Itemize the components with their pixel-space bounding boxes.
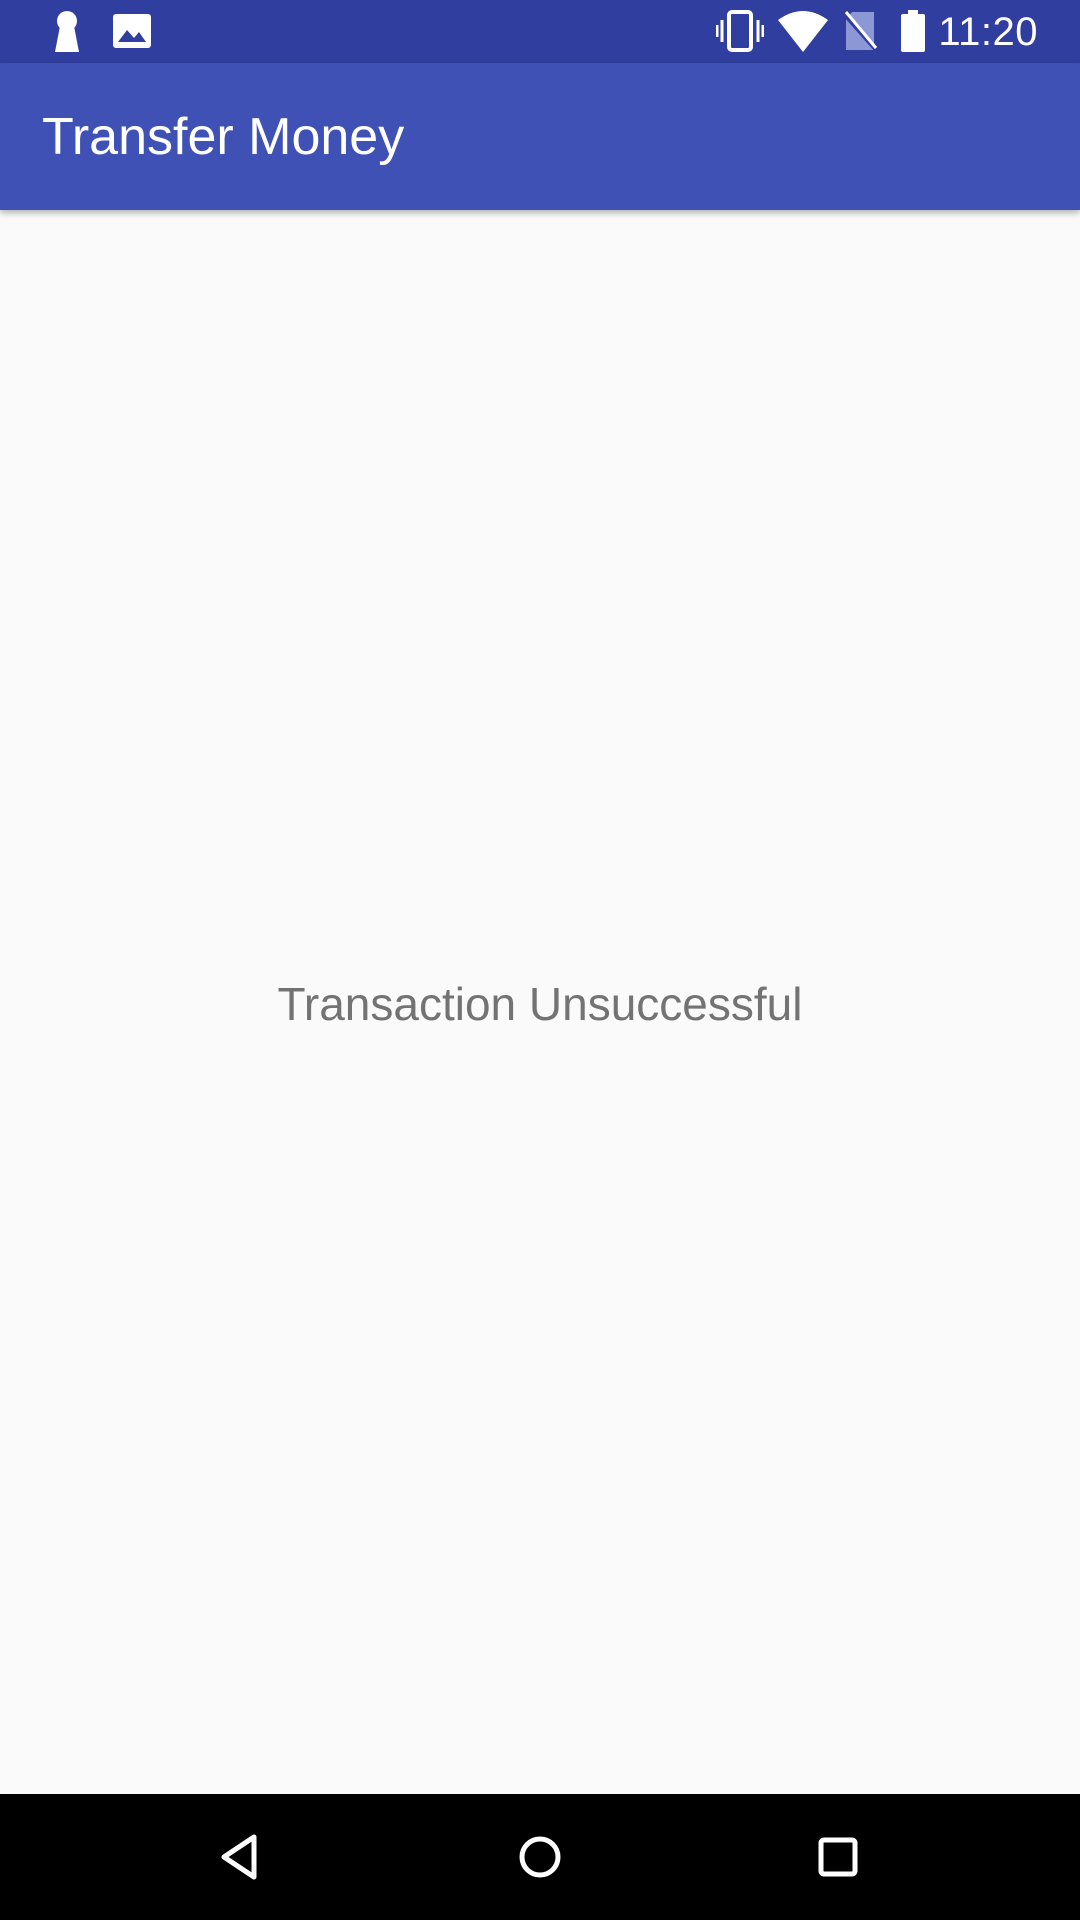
navigation-bar [0, 1794, 1080, 1920]
image-icon [113, 14, 151, 48]
vibrate-icon [716, 10, 764, 52]
status-time: 11:20 [938, 10, 1038, 54]
wifi-icon [778, 11, 828, 52]
home-icon[interactable] [500, 1817, 580, 1897]
no-sim-icon [842, 11, 878, 52]
main-content: Transaction Unsuccessful [0, 210, 1080, 1794]
keyhole-icon [55, 11, 79, 52]
back-icon[interactable] [200, 1817, 280, 1897]
page-title: Transfer Money [42, 108, 405, 166]
transaction-status-message: Transaction Unsuccessful [277, 978, 803, 1030]
recents-icon[interactable] [798, 1817, 878, 1897]
screen: 11:20 Transfer Money Transaction Unsucce… [0, 0, 1080, 1920]
battery-icon [901, 10, 925, 52]
app-bar: Transfer Money [0, 63, 1080, 210]
status-bar: 11:20 [0, 0, 1080, 63]
